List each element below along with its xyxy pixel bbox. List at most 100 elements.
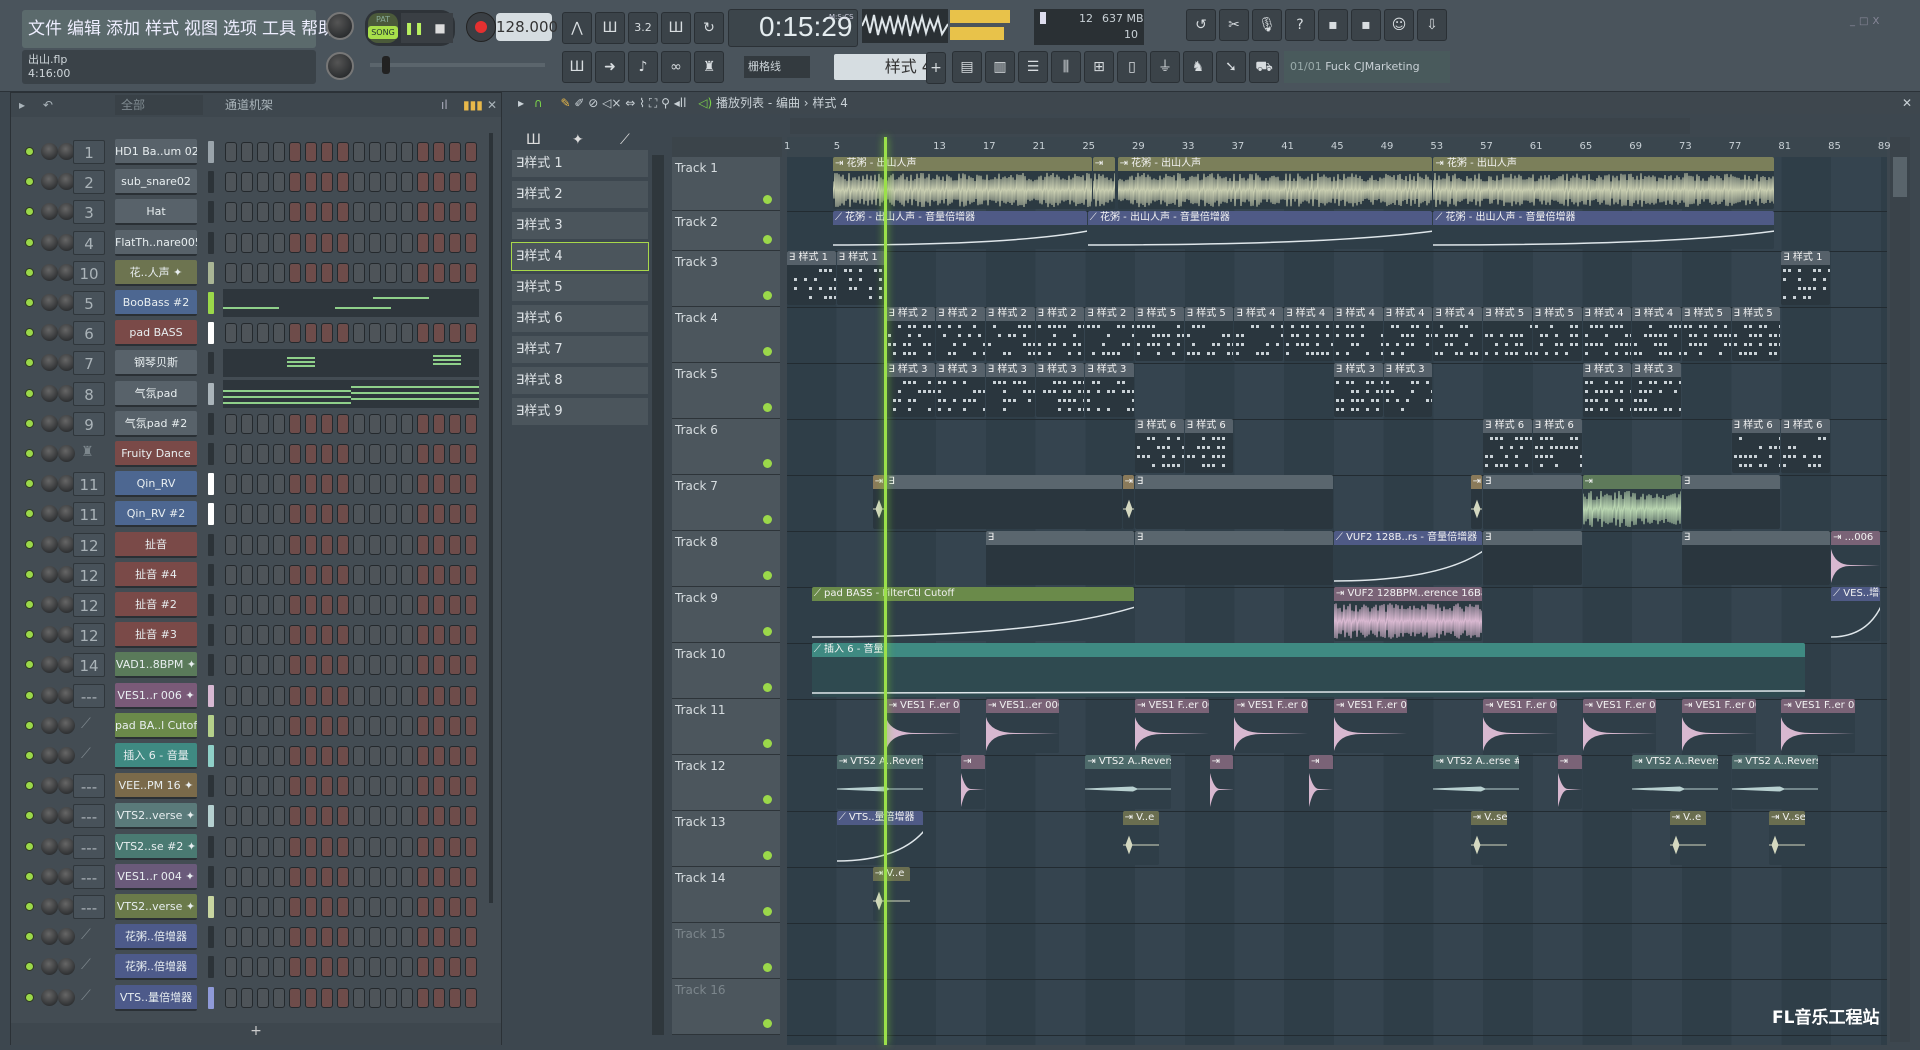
step-button[interactable] (321, 866, 333, 887)
step-button[interactable] (353, 866, 365, 887)
step-button[interactable] (385, 715, 397, 736)
step-button[interactable] (273, 474, 285, 495)
menu-item[interactable]: 选项 (223, 19, 257, 39)
mixer-track-number[interactable]: 1 (73, 140, 105, 164)
playlist-clip[interactable]: ⟋ VTS..量倍增器 (836, 811, 923, 865)
step-button[interactable] (353, 534, 365, 555)
step-button[interactable] (273, 897, 285, 917)
playlist-clip[interactable]: ⇥ (961, 755, 985, 809)
step-button[interactable] (321, 927, 333, 948)
playlist-clip[interactable]: ⇥ VTS2 A..Reverse (1632, 755, 1719, 809)
step-button[interactable] (305, 504, 317, 525)
step-button[interactable] (257, 595, 269, 615)
step-button[interactable] (241, 836, 253, 857)
playlist-grid[interactable]: ⇥ 花粥 - 出山人声 ⇥ ⇥ 花粥 - 出山人声 ⇥ 花粥 - 出山人声 ⟋ 花粥 -… (787, 157, 1887, 1045)
track-enable-led[interactable] (763, 907, 772, 916)
track-enable-led[interactable] (763, 515, 772, 524)
step-button[interactable] (433, 142, 445, 162)
step-button[interactable] (305, 474, 317, 495)
step-button[interactable] (321, 806, 333, 827)
step-button[interactable] (449, 564, 461, 585)
step-button[interactable] (465, 172, 477, 193)
playlist-clip[interactable]: ⇥ (1209, 755, 1234, 809)
playlist-clip[interactable]: ⇥ (1582, 475, 1681, 529)
channel-name-button[interactable]: 扯音 (115, 531, 197, 558)
step-button[interactable] (353, 806, 365, 827)
channel-name-button[interactable]: 钢琴贝斯 (115, 350, 197, 377)
step-button[interactable] (241, 413, 253, 434)
playlist-clip[interactable]: ⇥ VTS2 A..Reverse (1731, 755, 1818, 809)
channel-select-meter[interactable] (208, 926, 214, 949)
step-button[interactable] (401, 685, 413, 706)
channel-enable-led[interactable] (25, 147, 34, 156)
playlist-clip[interactable]: ⇥ VES1 F..er 006 (1681, 699, 1756, 753)
playlist-clip[interactable]: ∃ 样式 4 (1383, 307, 1433, 361)
step-button[interactable] (337, 897, 349, 917)
step-button[interactable] (273, 655, 285, 676)
step-button[interactable] (257, 142, 269, 162)
step-button[interactable] (353, 897, 365, 917)
channel-name-button[interactable]: 花..人声 ✦ (115, 259, 197, 286)
step-button[interactable] (417, 776, 429, 797)
step-button[interactable] (337, 564, 349, 585)
step-button[interactable] (385, 625, 397, 646)
track-header[interactable]: Track 10 (672, 643, 780, 699)
step-button[interactable] (289, 715, 301, 736)
step-button[interactable] (369, 897, 381, 917)
pan-knob[interactable] (41, 837, 58, 855)
track-header[interactable]: Track 16 (672, 979, 780, 1035)
mixer-track-number[interactable]: 14 (73, 653, 105, 678)
step-button[interactable] (273, 806, 285, 827)
step-button[interactable] (257, 504, 269, 525)
track-enable-led[interactable] (763, 195, 772, 204)
step-button[interactable] (353, 927, 365, 948)
step-button[interactable] (385, 142, 397, 162)
channel-name-button[interactable]: HD1 Ba..um 027 (115, 139, 197, 165)
playlist-clip[interactable]: ⟋ VUF2 128B..rs - 音量倍增器 (1333, 531, 1483, 585)
playlist-clip[interactable]: ⇥ VUF2 128BPM..erence 16Bars (1333, 587, 1483, 641)
pattern-item[interactable]: ∃样式 8 (512, 367, 648, 394)
step-button[interactable] (289, 746, 301, 766)
step-button[interactable] (225, 413, 237, 434)
pattern-item[interactable]: ∃样式 1 (512, 150, 648, 177)
plugin-icon[interactable]: ⏚ (1150, 51, 1180, 83)
playlist-clip[interactable]: ∃ 样式 4 (1582, 307, 1632, 361)
pan-knob[interactable] (41, 807, 58, 825)
step-button[interactable] (417, 595, 429, 615)
snap-selector[interactable]: 栅格线 (744, 56, 810, 78)
mute-icon[interactable]: ◁× (602, 96, 621, 110)
step-button[interactable] (241, 142, 253, 162)
step-button[interactable] (449, 866, 461, 887)
channel-select-meter[interactable] (208, 503, 214, 526)
step-button[interactable] (225, 172, 237, 193)
pattern-item[interactable]: ∃样式 2 (512, 181, 648, 208)
playlist-clip[interactable]: ⇥ VES1 F..er 006 (1234, 699, 1309, 753)
step-button[interactable] (449, 897, 461, 917)
track-header[interactable]: Track 4 (672, 307, 780, 363)
channel-rack-icon[interactable]: ☰ (1018, 51, 1048, 83)
step-button[interactable] (417, 474, 429, 495)
channel-name-button[interactable]: VTS..量倍增器 (115, 984, 197, 1011)
playlist-clip[interactable]: ⇥ VES1 F..er 006 (1582, 699, 1657, 753)
step-button[interactable] (225, 474, 237, 495)
playlist-clip[interactable]: ∃ 样式 6 (1483, 419, 1532, 473)
step-button[interactable] (353, 323, 365, 344)
channel-select-meter[interactable] (208, 533, 214, 556)
step-button[interactable] (433, 625, 445, 646)
pan-knob[interactable] (41, 686, 58, 704)
playlist-clip[interactable]: ⇥ (1122, 475, 1135, 529)
step-button[interactable] (465, 202, 477, 223)
volume-knob[interactable] (58, 988, 75, 1006)
step-button[interactable] (449, 413, 461, 434)
playback-icon[interactable]: ◂ll (674, 96, 687, 110)
channel-enable-led[interactable] (25, 630, 34, 640)
channel-select-meter[interactable] (208, 171, 214, 194)
step-button[interactable] (225, 866, 237, 887)
step-button[interactable] (273, 444, 285, 464)
channel-enable-led[interactable] (25, 177, 34, 187)
step-button[interactable] (321, 957, 333, 978)
loop-record-icon[interactable]: ↻ (694, 12, 724, 44)
step-button[interactable] (369, 172, 381, 193)
step-button[interactable] (289, 987, 301, 1008)
channel-enable-led[interactable] (25, 690, 34, 700)
